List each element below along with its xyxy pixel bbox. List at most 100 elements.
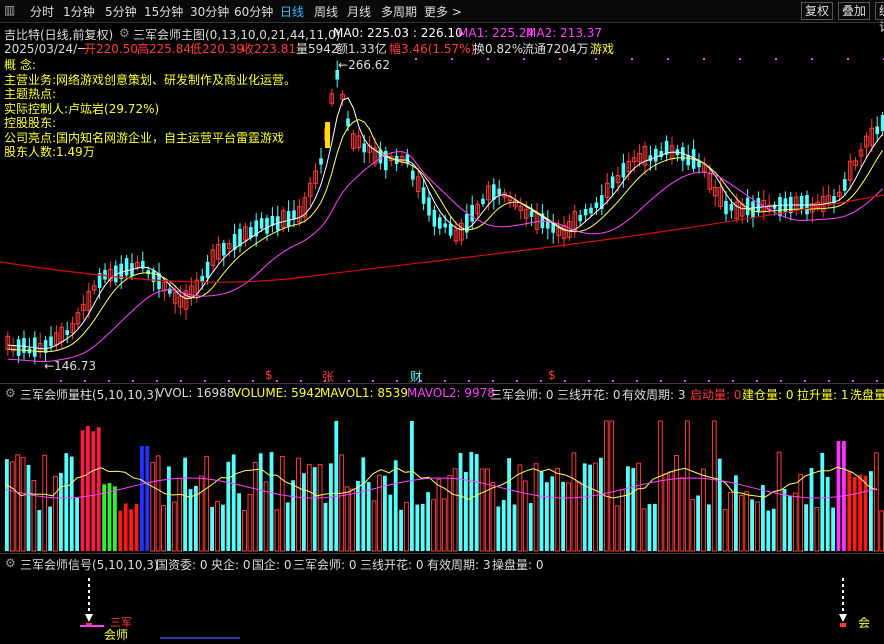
candle-body bbox=[421, 187, 426, 204]
marker-dot bbox=[451, 58, 453, 60]
candle-body bbox=[292, 210, 296, 220]
candle-body bbox=[205, 261, 210, 278]
volume-bar bbox=[550, 476, 555, 551]
low-price-label: ←146.73 bbox=[44, 359, 97, 373]
volume-bar bbox=[231, 454, 236, 551]
marker-dot bbox=[852, 380, 854, 382]
dividend-marker-2[interactable]: $ bbox=[548, 368, 556, 382]
volume-bar bbox=[404, 501, 409, 552]
overlay-line: 主营业务:网络游戏创意策划、研发制作及商业化运营。 bbox=[4, 72, 297, 87]
highlight-candle bbox=[325, 122, 330, 148]
signal-arrow-head bbox=[85, 614, 93, 622]
overlay-line: 主题热点: bbox=[4, 87, 57, 101]
volume-bar bbox=[490, 482, 496, 552]
candle-body bbox=[745, 197, 750, 216]
volume-bar bbox=[242, 510, 247, 552]
candle-body bbox=[319, 158, 323, 165]
volume-bar bbox=[599, 457, 603, 551]
ma-line-magenta bbox=[7, 151, 883, 362]
volume-indicator-name[interactable]: 三军会师量柱(5,10,10,3) bbox=[20, 386, 159, 403]
dividend-marker[interactable]: $ bbox=[265, 368, 273, 382]
volume-bar bbox=[663, 473, 669, 552]
panel-divider bbox=[0, 553, 884, 554]
volume-bar bbox=[668, 471, 674, 552]
marker-dot bbox=[415, 58, 417, 60]
volume-bar bbox=[145, 446, 150, 551]
volume-bar bbox=[69, 456, 74, 551]
marker-dot bbox=[708, 380, 710, 382]
candle-body bbox=[729, 204, 734, 211]
volume-bar bbox=[188, 489, 193, 551]
marker-dot bbox=[828, 380, 830, 382]
volume-bar bbox=[252, 461, 258, 552]
volume-bar bbox=[588, 464, 592, 551]
marker-dot bbox=[348, 380, 350, 382]
volume-bar bbox=[452, 468, 458, 552]
volume-bar bbox=[852, 477, 857, 551]
volume-bar bbox=[761, 485, 765, 551]
marker-dot bbox=[252, 380, 254, 382]
volume-bar bbox=[479, 468, 485, 552]
xipan-value: 洗盘量 bbox=[850, 388, 884, 402]
candle-body bbox=[443, 223, 447, 228]
volume-bar bbox=[237, 493, 241, 551]
volume-bar bbox=[9, 461, 15, 552]
overlay-line: 股东人数:1.49万 bbox=[4, 145, 95, 159]
signal-indicator-name[interactable]: 三军会师信号(5,10,10,3) bbox=[20, 556, 159, 573]
volume-bar bbox=[814, 506, 820, 552]
volume-bar bbox=[620, 489, 625, 552]
volume-bar bbox=[285, 502, 290, 551]
volume-bar bbox=[696, 495, 700, 551]
marker-dot bbox=[276, 380, 278, 382]
marker-dot bbox=[468, 380, 470, 382]
marker-dot bbox=[684, 380, 686, 382]
candle-body bbox=[103, 269, 107, 280]
volume-bar bbox=[113, 486, 117, 551]
volume-bar bbox=[291, 480, 295, 551]
guozi-value: 国资委: 0 bbox=[156, 558, 208, 572]
high-price-value: 266.62 bbox=[348, 58, 391, 72]
candle-body bbox=[249, 227, 253, 238]
candle-body bbox=[265, 217, 269, 234]
candle-body bbox=[362, 143, 366, 153]
marker-dot bbox=[180, 380, 182, 382]
overlay-line: 实际控制人:卢竑岩(29.72%) bbox=[4, 101, 160, 116]
volume-bar bbox=[279, 455, 285, 552]
volume-bar bbox=[582, 463, 587, 551]
volume-bar bbox=[210, 506, 214, 551]
candle-body bbox=[438, 217, 442, 229]
marker-dot bbox=[487, 58, 489, 60]
volume-bar bbox=[469, 451, 474, 551]
volume-bar bbox=[15, 454, 21, 552]
settings-gear-icon[interactable]: ⚙ bbox=[5, 556, 16, 570]
sanjun-signal-value: 三军会师: 0 bbox=[293, 558, 357, 572]
settings-gear-icon[interactable]: ⚙ bbox=[5, 386, 16, 400]
volume-bar bbox=[847, 471, 852, 551]
volume-bar bbox=[809, 468, 814, 551]
volume-bar bbox=[150, 461, 156, 552]
volume-bar bbox=[609, 420, 615, 552]
volume-bar bbox=[750, 499, 754, 551]
volume-bar bbox=[545, 482, 549, 551]
volume-bars bbox=[4, 420, 884, 552]
volume-bar bbox=[334, 421, 339, 551]
volume-bar bbox=[420, 503, 425, 551]
candle-body bbox=[756, 198, 761, 212]
candle-body bbox=[654, 148, 658, 162]
volume-bar bbox=[123, 503, 128, 551]
marker-dot bbox=[559, 58, 561, 60]
volume-bar bbox=[561, 481, 565, 551]
candle-body bbox=[497, 188, 501, 195]
volume-bar bbox=[361, 457, 366, 551]
marker-dot bbox=[228, 380, 230, 382]
volume-bar bbox=[296, 457, 301, 552]
candle-body bbox=[286, 211, 291, 227]
volume-bar bbox=[329, 463, 333, 551]
volume-bar bbox=[155, 455, 161, 552]
volume-bar bbox=[474, 454, 479, 551]
volume-bar bbox=[566, 482, 571, 552]
volume-bar bbox=[631, 468, 636, 551]
marker-dot bbox=[636, 380, 638, 382]
mavol2-value: MAVOL2: 9978 bbox=[407, 386, 495, 400]
marker-dot bbox=[739, 58, 741, 60]
